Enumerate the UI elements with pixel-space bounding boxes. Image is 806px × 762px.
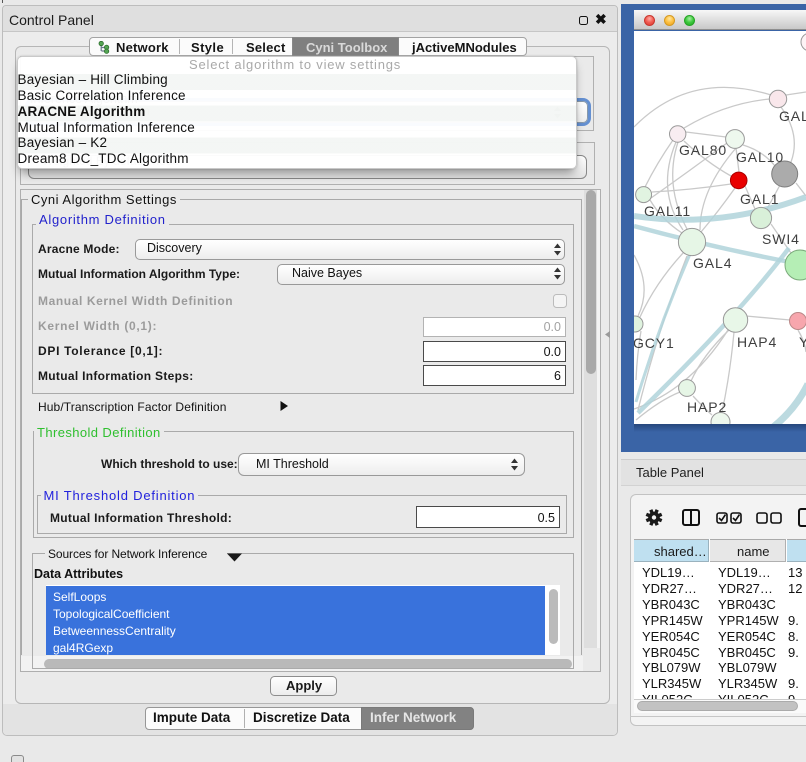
svg-text:GAL7: GAL7 bbox=[779, 108, 806, 124]
svg-text:GAL4: GAL4 bbox=[693, 255, 732, 271]
svg-text:GCY1: GCY1 bbox=[634, 335, 675, 351]
svg-text:GAL80: GAL80 bbox=[679, 142, 727, 158]
svg-text:HAP2: HAP2 bbox=[687, 399, 727, 415]
svg-text:GAL10: GAL10 bbox=[736, 149, 784, 165]
svg-text:GAL11: GAL11 bbox=[644, 203, 691, 219]
svg-text:HAP4: HAP4 bbox=[737, 334, 777, 350]
svg-text:GAL1: GAL1 bbox=[740, 191, 779, 207]
svg-text:YJL: YJL bbox=[799, 334, 806, 350]
svg-text:SWI4: SWI4 bbox=[762, 231, 800, 247]
